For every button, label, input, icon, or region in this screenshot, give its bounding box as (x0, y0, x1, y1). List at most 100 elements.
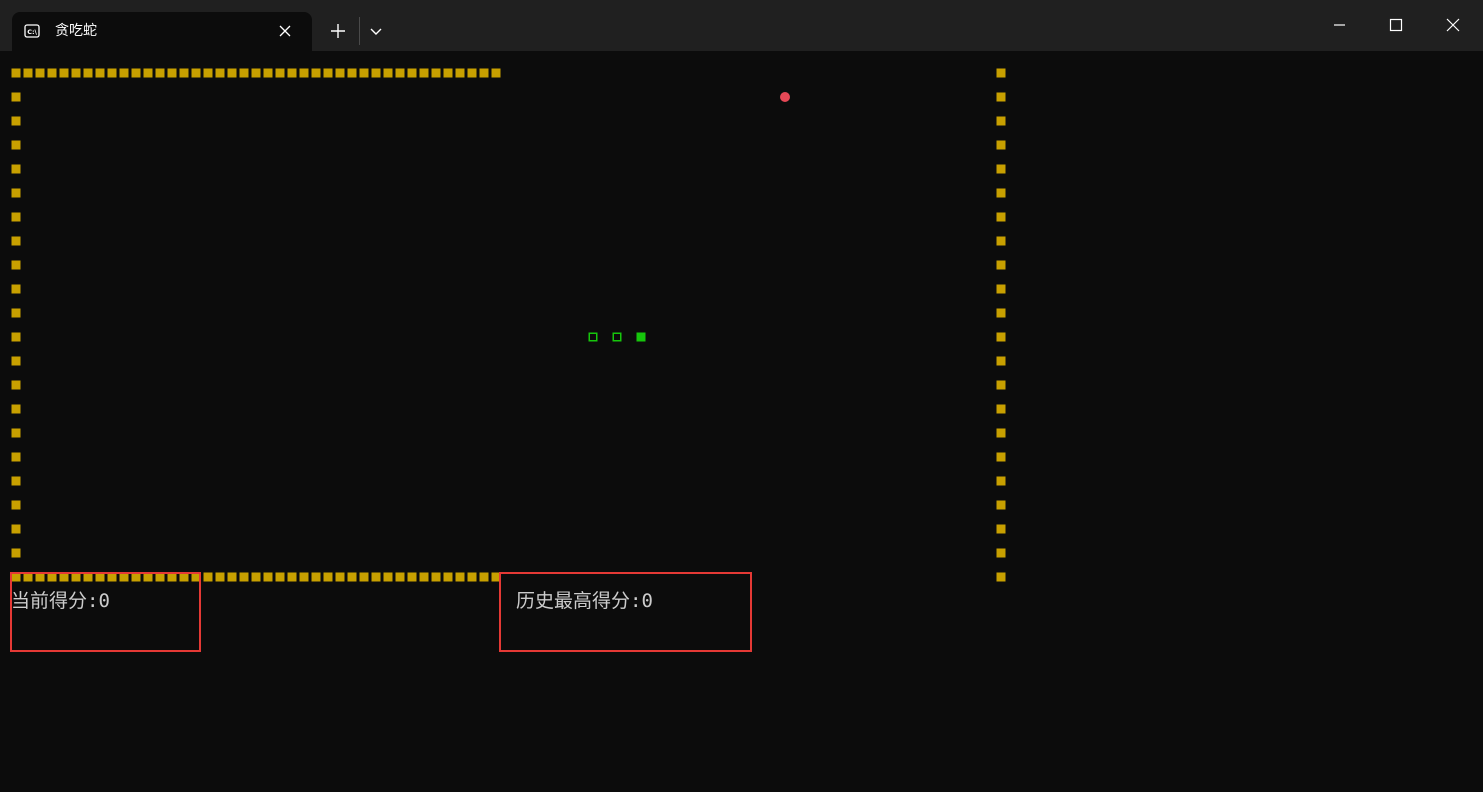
food (780, 92, 790, 102)
wall-block (996, 92, 1006, 102)
wall-block (203, 68, 213, 78)
close-tab-icon[interactable] (276, 22, 294, 40)
wall-block (996, 332, 1006, 342)
wall-block (371, 68, 381, 78)
wall-block (155, 68, 165, 78)
wall-block (143, 68, 153, 78)
wall-block (996, 284, 1006, 294)
wall-block (996, 140, 1006, 150)
wall-block (275, 68, 285, 78)
wall-block (996, 260, 1006, 270)
wall-block (996, 356, 1006, 366)
wall-block (11, 380, 21, 390)
tab-title: 贪吃蛇 (55, 23, 97, 39)
wall-block (311, 68, 321, 78)
wall-block (347, 572, 357, 582)
wall-block (479, 572, 489, 582)
wall-block (47, 68, 57, 78)
wall-block (95, 68, 105, 78)
wall-block (335, 68, 345, 78)
wall-block (996, 188, 1006, 198)
snake-head (636, 332, 646, 342)
wall-block (11, 500, 21, 510)
wall-block (119, 68, 129, 78)
tab-snake-game[interactable]: C:\ 贪吃蛇 (12, 12, 312, 51)
wall-block (383, 572, 393, 582)
plus-icon[interactable] (326, 20, 350, 42)
maximize-icon[interactable] (1373, 6, 1419, 44)
wall-block (83, 68, 93, 78)
wall-block (371, 572, 381, 582)
wall-block (227, 68, 237, 78)
wall-block (11, 188, 21, 198)
wall-block (215, 68, 225, 78)
wall-block (11, 452, 21, 462)
wall-block (263, 572, 273, 582)
wall-block (335, 572, 345, 582)
wall-block (131, 68, 141, 78)
wall-block (71, 68, 81, 78)
wall-block (239, 68, 249, 78)
wall-block (455, 572, 465, 582)
wall-block (996, 380, 1006, 390)
wall-block (11, 140, 21, 150)
svg-text:C:\: C:\ (27, 28, 37, 36)
wall-block (359, 68, 369, 78)
terminal-window: C:\ 贪吃蛇 当前得分:0 历史最高得分:0 (0, 0, 1483, 792)
console-area[interactable]: 当前得分:0 历史最高得分:0 (0, 51, 1483, 792)
chevron-down-icon[interactable] (366, 20, 386, 42)
wall-block (996, 452, 1006, 462)
wall-block (996, 428, 1006, 438)
wall-block (996, 476, 1006, 486)
wall-block (311, 572, 321, 582)
wall-block (11, 428, 21, 438)
wall-block (407, 68, 417, 78)
title-bar[interactable]: C:\ 贪吃蛇 (0, 0, 1483, 51)
wall-block (167, 68, 177, 78)
wall-block (455, 68, 465, 78)
minimize-icon[interactable] (1316, 6, 1362, 44)
wall-block (996, 548, 1006, 558)
tab-divider (359, 17, 360, 45)
wall-block (11, 164, 21, 174)
console-icon: C:\ (24, 24, 40, 38)
wall-block (215, 572, 225, 582)
wall-block (11, 548, 21, 558)
wall-block (467, 68, 477, 78)
wall-block (11, 476, 21, 486)
wall-block (323, 68, 333, 78)
wall-block (996, 116, 1006, 126)
wall-block (11, 92, 21, 102)
wall-block (419, 68, 429, 78)
wall-block (347, 68, 357, 78)
wall-block (287, 68, 297, 78)
wall-block (11, 212, 21, 222)
wall-block (11, 284, 21, 294)
wall-block (996, 500, 1006, 510)
wall-block (299, 572, 309, 582)
wall-block (323, 572, 333, 582)
wall-block (35, 68, 45, 78)
best-score-highlight (499, 572, 752, 652)
wall-block (479, 68, 489, 78)
wall-block (996, 68, 1006, 78)
wall-block (107, 68, 117, 78)
wall-block (299, 68, 309, 78)
wall-block (59, 68, 69, 78)
wall-block (23, 68, 33, 78)
wall-block (443, 68, 453, 78)
wall-block (996, 404, 1006, 414)
wall-block (11, 332, 21, 342)
wall-block (491, 68, 501, 78)
wall-block (227, 572, 237, 582)
wall-block (239, 572, 249, 582)
wall-block (395, 68, 405, 78)
wall-block (996, 236, 1006, 246)
wall-block (251, 572, 261, 582)
wall-block (191, 68, 201, 78)
wall-block (11, 116, 21, 126)
wall-block (11, 404, 21, 414)
wall-block (395, 572, 405, 582)
close-icon[interactable] (1430, 6, 1476, 44)
wall-block (251, 68, 261, 78)
